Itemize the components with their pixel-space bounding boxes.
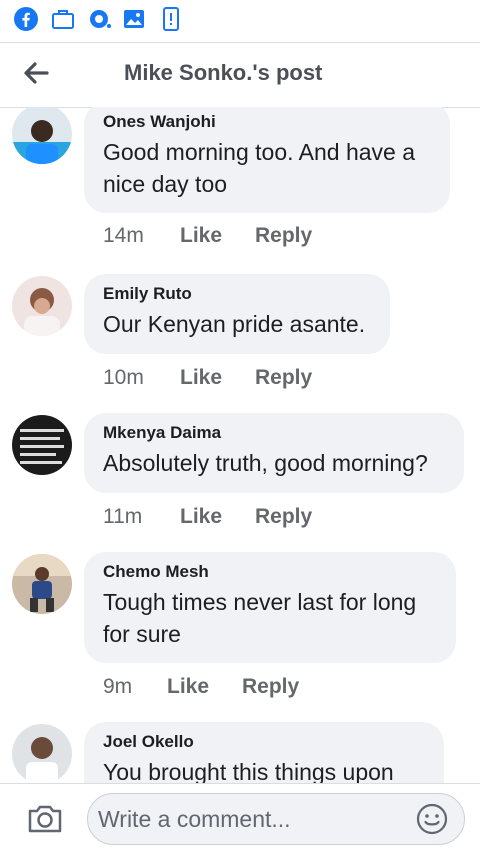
comment-text: Our Kenyan pride asante. [103, 311, 366, 337]
comment-text: Absolutely truth, good morning? [103, 450, 428, 476]
comment-bubble[interactable]: Ones Wanjohi Good morning too. And have … [84, 107, 450, 213]
like-button[interactable]: Like [167, 675, 209, 699]
comment-time: 9m [103, 675, 133, 698]
comment-text: Good morning too. And have a nice day to… [103, 139, 415, 197]
comment-composer: Write a comment... [0, 783, 480, 855]
reply-button[interactable]: Reply [255, 366, 312, 390]
status-bar [0, 0, 480, 40]
avatar[interactable] [12, 415, 72, 475]
page-title: Mike Sonko.'s post [124, 60, 323, 85]
like-button[interactable]: Like [180, 505, 222, 529]
comment-input-placeholder: Write a comment... [98, 806, 291, 832]
comment-text: You brought this things upon [103, 759, 394, 783]
gallery-icon [121, 6, 147, 32]
comment-time: 14m [103, 224, 144, 247]
camera-button[interactable] [26, 802, 64, 836]
reply-button[interactable]: Reply [242, 675, 299, 699]
emoji-button[interactable] [416, 803, 448, 835]
comment-author[interactable]: Chemo Mesh [103, 562, 436, 582]
facebook-icon [13, 6, 39, 32]
comment-text: Tough times never last for long for sure [103, 589, 417, 647]
avatar[interactable] [12, 107, 72, 164]
smiley-icon [416, 803, 448, 835]
comment-bubble[interactable]: Mkenya Daima Absolutely truth, good morn… [84, 413, 464, 493]
comment-list[interactable]: Ones Wanjohi Good morning too. And have … [0, 107, 480, 783]
comment-author[interactable]: Mkenya Daima [103, 423, 444, 443]
comment-time: 11m [103, 505, 143, 528]
sync-icon [87, 6, 113, 32]
phone-alert-icon [158, 6, 184, 32]
comment-bubble[interactable]: Emily Ruto Our Kenyan pride asante. [84, 274, 390, 354]
comment-input[interactable]: Write a comment... [87, 793, 465, 845]
like-button[interactable]: Like [180, 224, 222, 248]
comment-bubble[interactable]: Chemo Mesh Tough times never last for lo… [84, 552, 456, 663]
reply-button[interactable]: Reply [255, 505, 312, 529]
like-button[interactable]: Like [180, 366, 222, 390]
camera-icon [28, 805, 62, 833]
back-button[interactable] [18, 57, 54, 89]
comment-author[interactable]: Emily Ruto [103, 284, 370, 304]
post-header: Mike Sonko.'s post [0, 42, 480, 108]
comment-author[interactable]: Ones Wanjohi [103, 112, 430, 132]
reply-button[interactable]: Reply [255, 224, 312, 248]
comment-time: 10m [103, 366, 144, 389]
back-arrow-icon [24, 62, 49, 84]
avatar[interactable] [12, 724, 72, 783]
avatar[interactable] [12, 276, 72, 336]
avatar[interactable] [12, 554, 72, 614]
comment-author[interactable]: Joel Okello [103, 732, 424, 752]
briefcase-icon [50, 6, 76, 32]
comment-bubble[interactable]: Joel Okello You brought this things upon [84, 722, 444, 783]
